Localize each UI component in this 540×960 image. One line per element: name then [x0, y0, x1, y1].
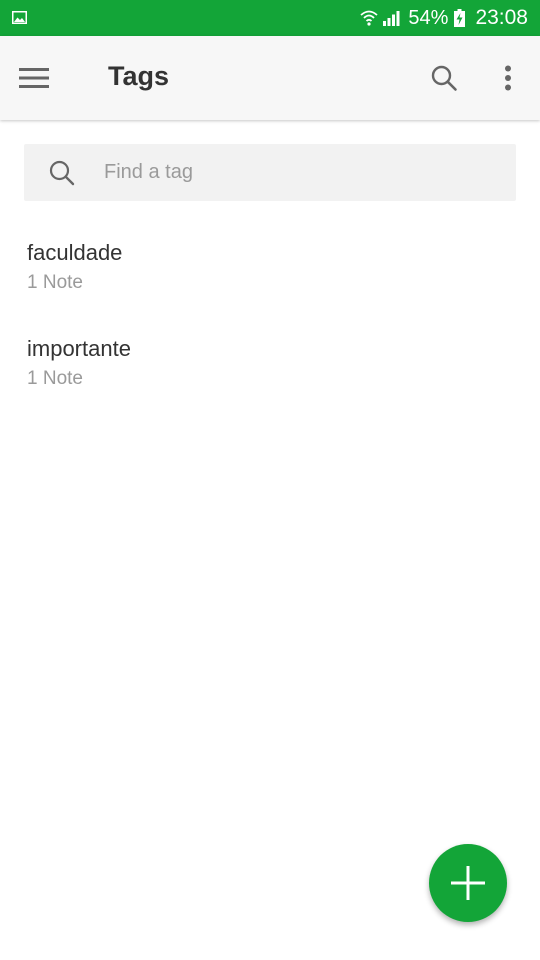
status-bar: 54% 23:08: [0, 0, 540, 36]
app-bar: Tags: [0, 36, 540, 120]
tag-note-count: 1 Note: [27, 368, 83, 389]
menu-button[interactable]: [14, 58, 54, 98]
status-right-group: 54% 23:08: [360, 0, 528, 36]
search-button[interactable]: [424, 58, 464, 98]
clock: 23:08: [475, 6, 528, 29]
plus-icon: [451, 866, 485, 900]
more-options-button[interactable]: [488, 58, 528, 98]
tag-name: faculdade: [27, 240, 123, 265]
more-vert-icon: [505, 65, 511, 91]
find-tag-box[interactable]: [24, 144, 516, 201]
battery-percentage: 54%: [408, 6, 449, 29]
menu-icon: [19, 68, 49, 88]
gallery-icon: [12, 11, 27, 24]
find-tag-input[interactable]: [104, 144, 504, 201]
tag-note-count: 1 Note: [27, 272, 83, 293]
search-icon: [431, 65, 457, 91]
tag-list-item[interactable]: importante 1 Note: [0, 318, 540, 414]
battery-charging-icon: [454, 9, 466, 27]
page-title: Tags: [108, 61, 170, 91]
search-icon: [49, 160, 75, 186]
signal-icon: [383, 11, 400, 26]
tag-name: importante: [27, 336, 131, 361]
add-tag-button[interactable]: [429, 844, 507, 922]
wifi-icon: [360, 10, 378, 26]
tag-list-item[interactable]: faculdade 1 Note: [0, 222, 540, 318]
